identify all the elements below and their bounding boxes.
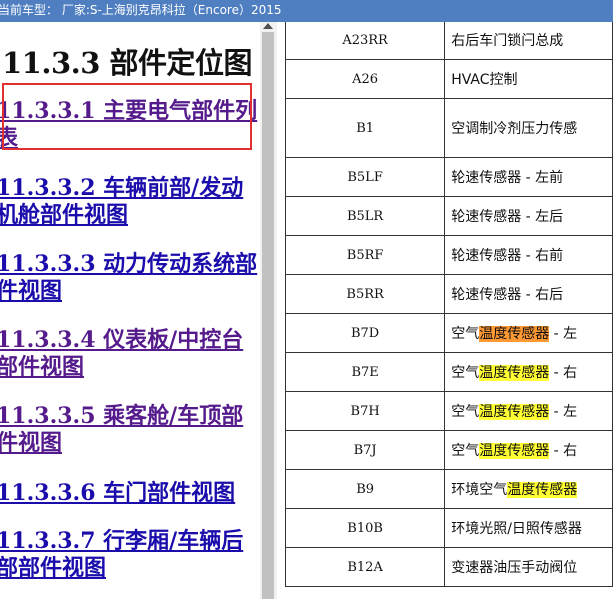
- component-code-cell: B1: [284, 98, 446, 158]
- description-text: 空气: [451, 365, 480, 381]
- description-suffix: - 左: [549, 404, 578, 420]
- table-row: B12A 变速器油压手动阀位: [284, 547, 613, 587]
- component-code-cell: A26: [284, 59, 446, 99]
- component-code-cell: B7D: [284, 313, 446, 353]
- description-text: 右后车门锁闩总成: [451, 33, 564, 49]
- selection-highlight-box: [2, 83, 252, 150]
- description-suffix: - 左: [549, 326, 578, 342]
- table-row: B7D 空气温度传感器 - 左: [284, 313, 613, 353]
- component-description-cell: 空气温度传感器 - 右: [444, 352, 613, 392]
- description-text: 轮速传感器 - 左后: [451, 209, 564, 225]
- description-text: 空气: [451, 404, 480, 420]
- component-description-cell: HVAC控制: [444, 59, 613, 99]
- component-description-cell: 环境空气温度传感器: [444, 469, 613, 509]
- scroll-up-arrow-icon[interactable]: [263, 23, 273, 29]
- component-description-cell: 环境光照/日照传感器: [444, 508, 613, 548]
- component-code-cell: B7J: [284, 430, 446, 470]
- section-title: 11.3.3 部件定位图: [2, 46, 253, 80]
- component-code-cell: B12A: [284, 547, 446, 587]
- description-text: 空调制冷剂压力传感: [451, 121, 578, 137]
- search-highlight: 温度传感器: [479, 326, 550, 342]
- component-description-cell: 轮速传感器 - 右前: [444, 235, 613, 275]
- component-code-cell: B5LF: [284, 157, 446, 197]
- description-text: HVAC控制: [451, 72, 518, 88]
- component-description-cell: 变速器油压手动阀位: [444, 547, 613, 587]
- description-text: 轮速传感器 - 右前: [451, 248, 564, 264]
- component-code-cell: A23RR: [284, 22, 446, 60]
- description-text: 轮速传感器 - 左前: [451, 170, 564, 186]
- description-text: 轮速传感器 - 右后: [451, 287, 564, 303]
- description-text: 空气: [451, 326, 480, 342]
- description-text: 空气: [451, 443, 480, 459]
- search-highlight: 温度传感器: [479, 443, 550, 459]
- component-description-cell: 右后车门锁闩总成: [444, 22, 613, 60]
- nav-link-11-3-3-7[interactable]: 11.3.3.7 行李厢/车辆后部部件视图: [0, 528, 258, 582]
- table-row: B5LF 轮速传感器 - 左前: [284, 157, 613, 197]
- nav-link-11-3-3-4[interactable]: 11.3.3.4 仪表板/中控台部件视图: [0, 327, 258, 381]
- table-row: A23RR 右后车门锁闩总成: [284, 22, 613, 60]
- description-text: 变速器油压手动阀位: [451, 560, 578, 576]
- component-description-cell: 轮速传感器 - 左后: [444, 196, 613, 236]
- current-vehicle-label: 当前车型： 厂家:S-上海别克昂科拉（Encore）2015: [0, 3, 282, 17]
- table-row: B5RR 轮速传感器 - 右后: [284, 274, 613, 314]
- table-row: B7H 空气温度传感器 - 左: [284, 391, 613, 431]
- component-description-cell: 轮速传感器 - 左前: [444, 157, 613, 197]
- component-description-cell: 空气温度传感器 - 左: [444, 313, 613, 353]
- description-text: 环境光照/日照传感器: [451, 521, 582, 537]
- search-highlight: 温度传感器: [507, 482, 578, 498]
- component-code-cell: B10B: [284, 508, 446, 548]
- component-code-cell: B5RR: [284, 274, 446, 314]
- nav-link-11-3-3-6[interactable]: 11.3.3.6 车门部件视图: [0, 480, 258, 507]
- right-content-pane: A23RR 右后车门锁闩总成 A26 HVAC控制 B1 空调制冷剂压力传感 B5LF 轮速传…: [277, 22, 613, 599]
- table-row: B9 环境空气温度传感器: [284, 469, 613, 509]
- component-description-cell: 空气温度传感器 - 右: [444, 430, 613, 470]
- component-code-cell: B7H: [284, 391, 446, 431]
- search-highlight: 温度传感器: [479, 365, 550, 381]
- component-code-cell: B5LR: [284, 196, 446, 236]
- description-suffix: - 右: [549, 443, 578, 459]
- nav-link-11-3-3-5[interactable]: 11.3.3.5 乘客舱/车顶部件视图: [0, 403, 258, 457]
- table-row: B7J 空气温度传感器 - 右: [284, 430, 613, 470]
- table-row: B1 空调制冷剂压力传感: [284, 98, 613, 158]
- table-row: B5LR 轮速传感器 - 左后: [284, 196, 613, 236]
- table-row: B5RF 轮速传感器 - 右前: [284, 235, 613, 275]
- header-bar: 当前车型： 厂家:S-上海别克昂科拉（Encore）2015: [0, 0, 613, 22]
- nav-link-11-3-3-2[interactable]: 11.3.3.2 车辆前部/发动机舱部件视图: [0, 175, 258, 229]
- component-description-cell: 空气温度传感器 - 左: [444, 391, 613, 431]
- component-table: A23RR 右后车门锁闩总成 A26 HVAC控制 B1 空调制冷剂压力传感 B5LF 轮速传…: [284, 22, 613, 587]
- nav-link-11-3-3-3[interactable]: 11.3.3.3 动力传动系统部件视图: [0, 251, 258, 305]
- left-navigation-pane: 11.3.3 部件定位图 11.3.3.1 主要电气部件列表 11.3.3.2 …: [0, 22, 260, 599]
- description-suffix: - 右: [549, 365, 578, 381]
- component-code-cell: B9: [284, 469, 446, 509]
- search-highlight: 温度传感器: [479, 404, 550, 420]
- description-text: 环境空气: [451, 482, 508, 498]
- component-code-cell: B5RF: [284, 235, 446, 275]
- left-pane-scroll-thumb[interactable]: [262, 32, 274, 599]
- component-code-cell: B7E: [284, 352, 446, 392]
- table-row: B10B 环境光照/日照传感器: [284, 508, 613, 548]
- table-row: A26 HVAC控制: [284, 59, 613, 99]
- table-row: B7E 空气温度传感器 - 右: [284, 352, 613, 392]
- component-description-cell: 轮速传感器 - 右后: [444, 274, 613, 314]
- component-description-cell: 空调制冷剂压力传感: [444, 98, 613, 158]
